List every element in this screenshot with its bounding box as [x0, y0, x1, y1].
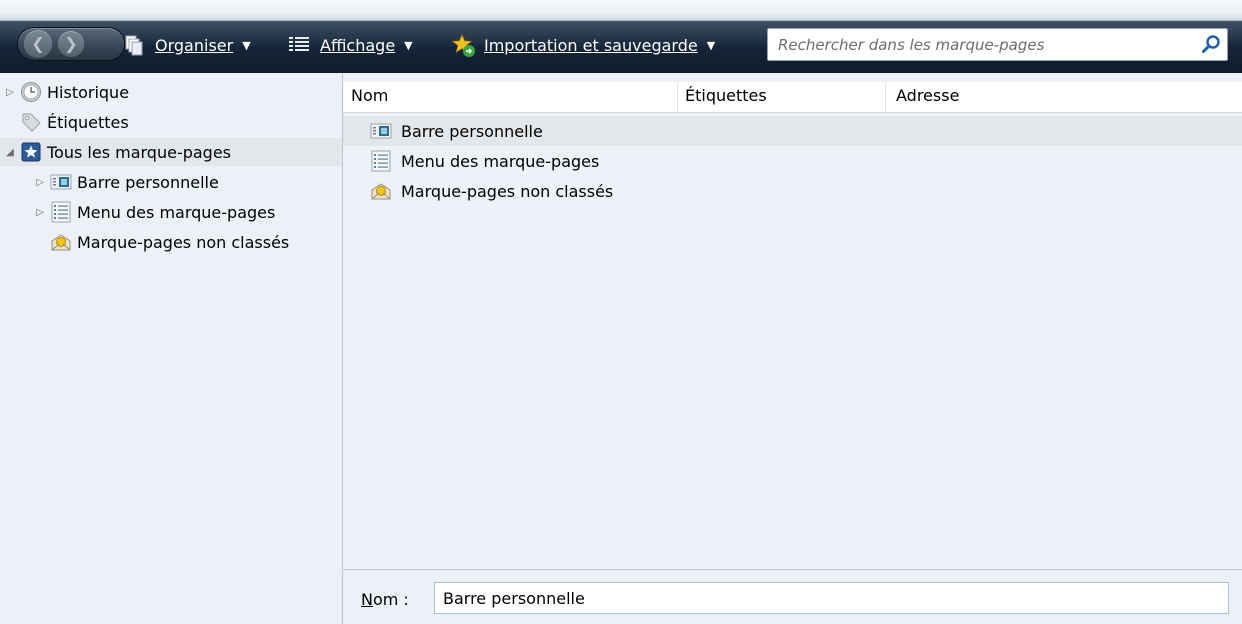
unsorted-bookmarks-icon — [370, 180, 392, 202]
view-list-icon — [288, 34, 310, 56]
name-field-label: Nom : — [361, 590, 409, 609]
search-icon[interactable] — [1201, 34, 1221, 54]
column-header-name[interactable]: Nom — [351, 86, 388, 105]
menu-list-icon — [50, 201, 72, 223]
expand-arrow-icon[interactable]: ▷ — [33, 207, 47, 218]
sidebar-item-label: Barre personnelle — [77, 172, 219, 192]
column-divider[interactable] — [885, 82, 886, 112]
row-name: Menu des marque-pages — [401, 151, 600, 171]
import-star-icon — [451, 33, 475, 57]
sidebar-item-all-bookmarks[interactable]: ◢ Tous les marque-pages — [0, 138, 342, 166]
organize-menu-button[interactable]: Organiser ▼ — [123, 32, 251, 58]
sidebar-item-label: Menu des marque-pages — [77, 202, 276, 222]
back-arrow-icon: ❮ — [31, 34, 45, 53]
table-row[interactable]: Barre personnelle — [343, 116, 1242, 146]
library-toolbar: ❮ ❯ Organiser ▼ Affichage ▼ Importation … — [0, 0, 1242, 73]
back-button[interactable]: ❮ — [24, 30, 52, 58]
forward-button[interactable]: ❯ — [58, 31, 84, 57]
bookmark-search-box — [767, 28, 1228, 61]
tag-icon — [20, 111, 42, 133]
bookmarks-list-pane: Nom Étiquettes Adresse Barre personnelle — [343, 73, 1242, 569]
sidebar-item-personal-toolbar[interactable]: ▷ Barre personnelle — [33, 168, 219, 196]
column-header-address[interactable]: Adresse — [896, 86, 959, 105]
sidebar-item-unsorted-bookmarks[interactable]: Marque-pages non classés — [47, 228, 289, 256]
name-field[interactable] — [434, 582, 1229, 614]
sidebar-item-tags[interactable]: Étiquettes — [17, 108, 129, 136]
organize-icon — [123, 34, 145, 56]
sidebar-item-label: Étiquettes — [47, 112, 129, 132]
menu-list-icon — [370, 150, 392, 172]
import-backup-menu-button[interactable]: Importation et sauvegarde ▼ — [451, 32, 716, 58]
chevron-down-icon: ▼ — [706, 38, 716, 52]
view-menu-button[interactable]: Affichage ▼ — [288, 32, 413, 58]
toolbar-folder-icon — [50, 171, 72, 193]
row-name: Barre personnelle — [401, 121, 543, 141]
clock-icon — [20, 81, 42, 103]
sidebar-item-label: Marque-pages non classés — [77, 232, 290, 252]
view-label: Affichage — [320, 35, 396, 55]
navigation-buttons: ❮ ❯ — [18, 28, 124, 60]
unsorted-bookmarks-icon — [50, 231, 72, 253]
chevron-down-icon: ▼ — [404, 38, 413, 52]
bookmark-search-input[interactable] — [776, 32, 1190, 58]
sidebar-item-label: Historique — [47, 82, 130, 102]
table-row[interactable]: Marque-pages non classés — [343, 176, 1242, 206]
sidebar-item-history[interactable]: ▷ Historique — [3, 78, 129, 106]
row-name: Marque-pages non classés — [401, 181, 614, 201]
forward-arrow-icon: ❯ — [64, 34, 78, 53]
column-header-tags[interactable]: Étiquettes — [685, 86, 767, 105]
expand-arrow-icon[interactable]: ▷ — [3, 87, 17, 98]
column-divider[interactable] — [677, 82, 678, 112]
organize-label: Organiser — [155, 35, 234, 55]
import-backup-label: Importation et sauvegarde — [484, 35, 698, 55]
toolbar-folder-icon — [370, 120, 392, 142]
table-row[interactable]: Menu des marque-pages — [343, 146, 1242, 176]
details-pane: Nom : — [343, 569, 1242, 624]
expand-arrow-icon[interactable]: ▷ — [33, 177, 47, 188]
bookmark-star-icon — [20, 141, 42, 163]
list-header: Nom Étiquettes Adresse — [343, 82, 1242, 113]
sidebar-item-bookmarks-menu[interactable]: ▷ Menu des marque-pages — [33, 198, 275, 226]
chevron-down-icon: ▼ — [242, 38, 251, 52]
library-sidebar-tree: ▷ Historique Étiquettes ◢ Tous les marqu… — [0, 73, 343, 624]
sidebar-item-label: Tous les marque-pages — [47, 142, 232, 162]
collapse-arrow-icon[interactable]: ◢ — [3, 147, 17, 158]
